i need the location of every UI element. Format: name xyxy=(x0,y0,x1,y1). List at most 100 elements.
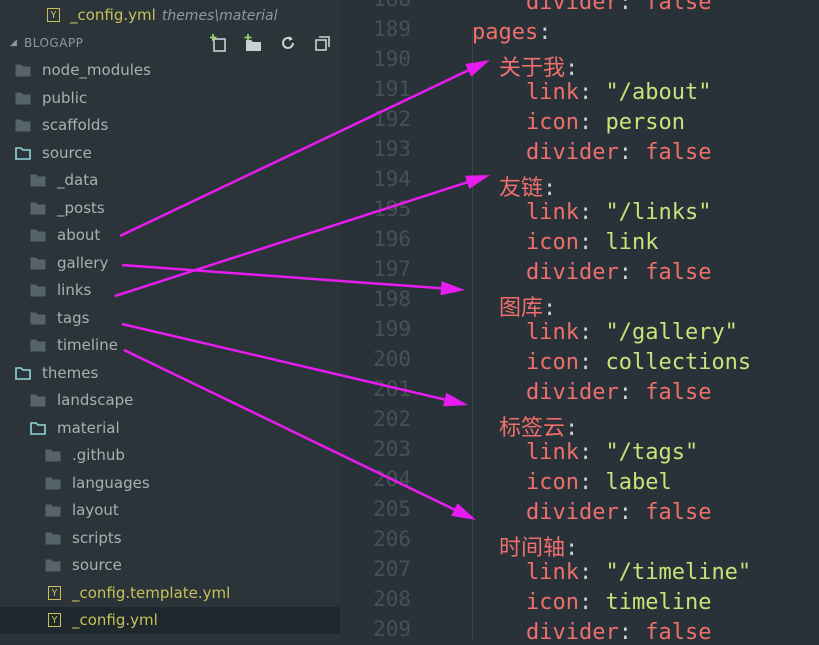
tree-file-item[interactable]: Y _config.template.yml xyxy=(0,580,340,607)
folder-icon xyxy=(45,449,61,462)
tree-item-label: scripts xyxy=(72,528,122,547)
tree-folder-item[interactable]: material xyxy=(0,415,340,442)
tree-item-label: languages xyxy=(72,473,150,492)
yaml-colon: : xyxy=(538,20,552,45)
tree-folder-item[interactable]: landscape xyxy=(0,387,340,414)
code-line: pages: xyxy=(472,20,551,45)
tree-folder-item[interactable]: languages xyxy=(0,470,340,497)
line-number: 199 xyxy=(373,317,411,341)
tree-folder-item[interactable]: .github xyxy=(0,442,340,469)
tree-item-label: timeline xyxy=(57,336,118,354)
code-line: divider: false xyxy=(526,140,711,165)
yaml-value: "/gallery" xyxy=(592,320,738,345)
tree-item-label: node_modules xyxy=(42,61,151,79)
yaml-value: link xyxy=(592,230,659,255)
tree-folder-item[interactable]: layout xyxy=(0,497,340,524)
tree-folder-item[interactable]: node_modules xyxy=(0,57,340,84)
tree-file-item[interactable]: Y _config.yml xyxy=(0,607,340,634)
tree-item-label: _config.template.yml xyxy=(72,583,231,602)
line-number: 205 xyxy=(373,497,411,521)
code-line: divider: false xyxy=(526,260,711,285)
line-number: 202 xyxy=(373,407,411,431)
yaml-key: divider xyxy=(526,260,619,285)
yaml-value: false xyxy=(631,140,712,165)
code-line: 标签云: xyxy=(499,410,578,442)
line-number: 206 xyxy=(373,527,411,551)
code-line: link: "/tags" xyxy=(526,440,698,465)
tree-folder-item[interactable]: scaffolds xyxy=(0,112,340,139)
tree-folder-item[interactable]: timeline xyxy=(0,332,340,359)
folder-icon xyxy=(15,119,31,132)
yaml-colon: : xyxy=(578,320,593,345)
new-folder-icon[interactable] xyxy=(244,34,262,52)
yaml-value: false xyxy=(631,0,712,15)
yaml-key: link xyxy=(526,440,579,465)
yaml-key: 时间轴 xyxy=(499,536,566,561)
yaml-key: link xyxy=(526,560,579,585)
refresh-icon[interactable] xyxy=(279,34,297,52)
line-number: 195 xyxy=(373,197,411,221)
line-number: 198 xyxy=(373,287,411,311)
tree-item-label: _posts xyxy=(57,198,105,217)
yaml-colon: : xyxy=(618,140,632,165)
tree-folder-item[interactable]: source xyxy=(0,552,340,579)
tree-folder-item[interactable]: links xyxy=(0,277,340,304)
yaml-key: divider xyxy=(526,380,619,405)
folder-icon xyxy=(30,174,46,187)
code-line: link: "/about" xyxy=(526,80,711,105)
yaml-colon: : xyxy=(578,350,593,375)
yaml-colon: : xyxy=(578,230,593,255)
code-line: 时间轴: xyxy=(499,530,578,562)
collapse-all-icon[interactable] xyxy=(314,34,332,52)
code-line: divider: false xyxy=(526,380,711,405)
yaml-colon: : xyxy=(618,380,632,405)
yaml-key: icon xyxy=(526,590,579,615)
code-line: icon: person xyxy=(526,110,685,135)
line-number: 209 xyxy=(373,617,411,641)
yaml-key: divider xyxy=(526,500,619,525)
tree-folder-item[interactable]: _data xyxy=(0,167,340,194)
tree-folder-item[interactable]: _posts xyxy=(0,195,340,222)
yaml-colon: : xyxy=(565,416,579,441)
yaml-colon: : xyxy=(543,296,557,321)
yaml-value: person xyxy=(592,110,685,135)
yaml-key: divider xyxy=(526,620,619,645)
tree-item-label: tags xyxy=(57,308,90,327)
yaml-colon: : xyxy=(578,200,593,225)
tree-folder-item[interactable]: about xyxy=(0,222,340,249)
line-number: 189 xyxy=(373,17,411,41)
file-path-hint: themes\material xyxy=(161,8,278,24)
yaml-value: false xyxy=(631,380,712,405)
yaml-value: label xyxy=(592,470,672,495)
tree-item-label: .github xyxy=(72,446,125,464)
line-number: 191 xyxy=(373,77,411,101)
yaml-colon: : xyxy=(578,590,593,615)
collapse-caret-icon[interactable]: ◢ xyxy=(10,38,17,48)
open-file-row[interactable]: Y _config.yml themes\material xyxy=(0,2,340,29)
folder-icon xyxy=(15,92,31,104)
tree-item-label: links xyxy=(57,281,92,299)
tree-folder-item[interactable]: gallery xyxy=(0,250,340,277)
tree-folder-item[interactable]: scripts xyxy=(0,525,340,552)
line-number: 192 xyxy=(373,107,411,131)
yaml-colon: : xyxy=(565,536,579,561)
tree-folder-item[interactable]: tags xyxy=(0,305,340,332)
yaml-key: icon xyxy=(526,110,579,135)
yaml-key: divider xyxy=(526,140,619,165)
yaml-colon: : xyxy=(578,560,593,585)
folder-icon xyxy=(45,504,61,517)
tree-folder-item[interactable]: themes xyxy=(0,360,340,387)
folder-icon xyxy=(30,284,46,297)
file-name: _config.yml xyxy=(70,6,156,24)
code-line: icon: link xyxy=(526,230,658,255)
tree-folder-item[interactable]: public xyxy=(0,85,340,112)
tree-item-label: layout xyxy=(72,501,119,519)
code-line: icon: label xyxy=(526,470,672,495)
tree-folder-item[interactable]: source xyxy=(0,140,340,167)
folder-icon xyxy=(30,229,46,242)
line-number: 188 xyxy=(373,0,411,11)
new-file-icon[interactable] xyxy=(210,34,228,52)
tree-item-label: landscape xyxy=(57,391,134,409)
folder-icon xyxy=(30,339,46,352)
tree-item-label: gallery xyxy=(57,253,109,272)
